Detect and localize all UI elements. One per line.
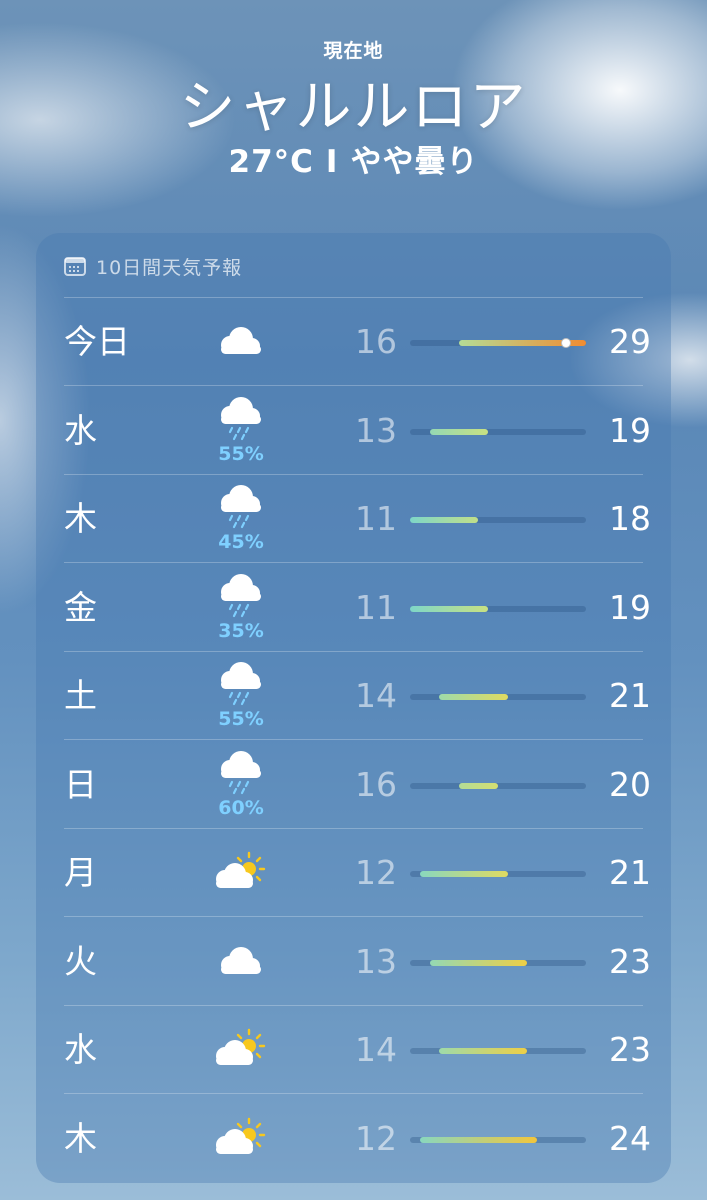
temperature-range-fill [439,1048,528,1054]
day-label: 木 [64,499,97,538]
temperature-range-bar [410,338,586,348]
temperature-range-bar [410,1136,586,1143]
temperature-range-fill [458,782,498,789]
forecast-row[interactable]: 木 45% 11 18 [36,475,671,563]
day-label: 水 [64,1030,97,1069]
high-temperature: 19 [609,410,651,450]
temperature-range-bar [410,871,586,877]
partly-sunny-icon [196,1006,286,1094]
low-temperature: 13 [355,941,397,981]
temperature-range-fill [410,517,479,523]
ten-day-forecast-card[interactable]: 10日間天気予報 今日 16 29 水 55% 13 19 木 45% 11 18 金 35% 11 19 土… [36,233,671,1183]
rain-cloud-icon: 55% [196,387,286,475]
forecast-row[interactable]: 火 13 23 [36,918,671,1006]
current-conditions: 27°C I やや曇り [0,136,707,181]
high-temperature: 24 [609,1118,651,1158]
temperature-range-fill [439,694,508,700]
day-label: 木 [64,1118,97,1158]
temperature-range-bar [410,428,586,435]
day-label: 水 [64,410,97,450]
card-header: 10日間天気予報 [64,251,242,281]
temperature-range-fill [419,871,508,877]
precipitation-chance: 55% [218,442,264,465]
forecast-row[interactable]: 月 12 21 [36,829,671,917]
rain-cloud-icon: 55% [196,652,286,740]
temperature-range-fill [419,1136,538,1143]
card-title: 10日間天気予報 [96,256,243,279]
low-temperature: 12 [355,1118,397,1158]
low-temperature: 13 [355,410,397,450]
forecast-row[interactable]: 水 14 23 [36,1006,671,1094]
day-label: 月 [64,853,97,892]
precipitation-chance: 45% [218,531,264,553]
precipitation-chance: 55% [218,708,264,730]
high-temperature: 19 [609,587,651,627]
forecast-row[interactable]: 金 35% 11 19 [36,564,671,652]
temperature-range-bar [410,1048,586,1054]
low-temperature: 11 [355,587,397,627]
calendar-icon [64,256,86,276]
high-temperature: 23 [609,941,651,981]
high-temperature: 29 [609,322,651,361]
day-label: 今日 [64,322,130,361]
cloud-icon [196,918,286,1006]
high-temperature: 21 [609,676,651,715]
rain-cloud-icon: 60% [196,741,286,829]
day-label: 金 [64,587,97,627]
low-temperature: 14 [355,1030,397,1069]
low-temperature: 14 [355,676,397,715]
temperature-range-bar [410,959,586,966]
condition-text: やや曇り [350,144,479,180]
city-name: シャルルロア [179,75,528,140]
high-temperature: 18 [609,499,651,538]
high-temperature: 21 [609,853,651,892]
forecast-row[interactable]: 木 12 24 [36,1095,671,1183]
forecast-row[interactable]: 土 55% 14 21 [36,652,671,740]
precipitation-chance: 35% [218,619,264,642]
partly-sunny-icon [196,1095,286,1183]
partly-sunny-icon [196,829,286,917]
low-temperature: 12 [355,853,397,892]
high-temperature: 23 [609,1030,651,1069]
high-temperature: 20 [609,764,651,804]
current-temperature-dot [561,338,572,348]
day-label: 火 [64,941,97,981]
low-temperature: 16 [355,764,397,804]
current-temperature: 27°C [228,144,314,180]
precipitation-chance: 60% [218,796,264,819]
day-label: 土 [64,676,97,715]
rain-cloud-icon: 45% [196,475,286,563]
rain-cloud-icon: 35% [196,564,286,652]
temperature-range-bar [410,605,586,612]
cloud-icon [196,298,286,386]
low-temperature: 11 [355,499,397,538]
temperature-range-fill [429,959,528,966]
temperature-range-bar [410,517,586,523]
temperature-range-fill [429,428,489,435]
temperature-range-bar [410,782,586,789]
separator: I [325,144,339,180]
temperature-range-fill [410,605,489,612]
forecast-row[interactable]: 今日 16 29 [36,298,671,386]
forecast-row[interactable]: 日 60% 16 20 [36,741,671,829]
temperature-range-bar [410,694,586,700]
current-location-label: 現在地 [323,40,384,62]
low-temperature: 16 [355,322,397,361]
forecast-row[interactable]: 水 55% 13 19 [36,387,671,475]
day-label: 日 [64,764,97,804]
